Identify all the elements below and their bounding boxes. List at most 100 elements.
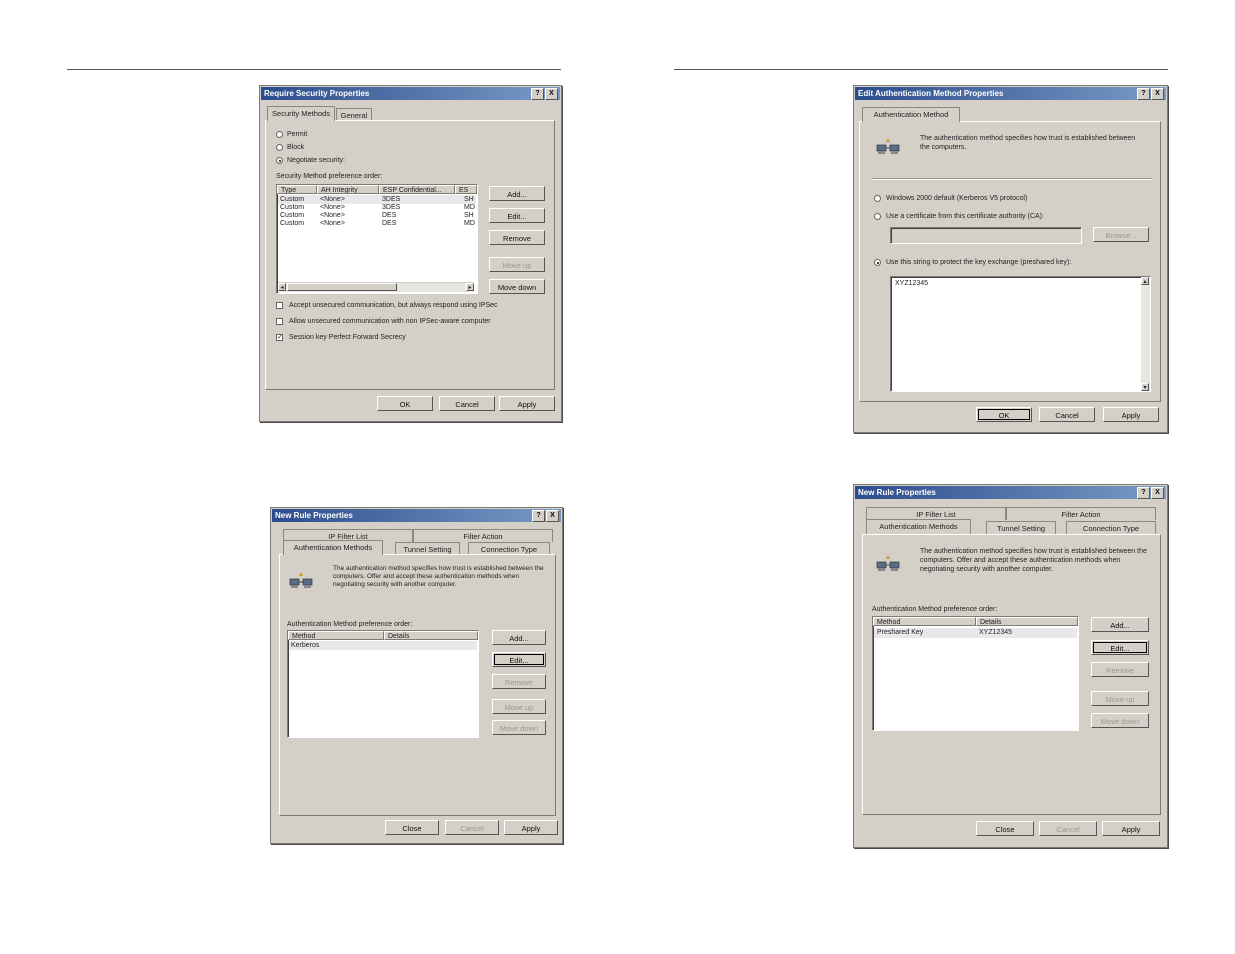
table-cell: DES: [382, 212, 397, 219]
horizontal-scrollbar[interactable]: ◂ ▸: [278, 282, 474, 292]
auth-method-list[interactable]: Method Details Preshared Key XYZ12345: [872, 616, 1079, 731]
close-button[interactable]: X: [1151, 487, 1164, 499]
table-cell: 3DES: [382, 196, 401, 203]
move-up-button[interactable]: Move up: [492, 699, 546, 714]
session-key-pfs-checkbox[interactable]: ✓: [276, 334, 283, 341]
table-cell: Preshared Key: [877, 629, 924, 636]
new-rule-properties-dialog-kerberos: New Rule Properties ? X IP Filter List F…: [270, 507, 563, 844]
apply-button[interactable]: Apply: [1102, 821, 1160, 836]
table-cell: Kerberos: [291, 642, 320, 649]
security-method-list-label: Security Method preference order:: [276, 173, 383, 180]
remove-button[interactable]: Remove: [1091, 662, 1149, 677]
accept-unsecured-label: Accept unsecured communication, but alwa…: [289, 302, 498, 309]
tab-tunnel-setting[interactable]: Tunnel Setting: [986, 521, 1056, 534]
close-button[interactable]: X: [545, 88, 558, 100]
add-button[interactable]: Add...: [489, 186, 545, 201]
tab-filter-action[interactable]: Filter Action: [413, 529, 553, 542]
column-header-method[interactable]: Method: [873, 617, 976, 626]
tab-filter-action[interactable]: Filter Action: [1006, 507, 1156, 520]
session-key-pfs-label: Session key Perfect Forward Secrecy: [289, 334, 406, 341]
column-header-ah-integrity[interactable]: AH Integrity: [317, 185, 379, 194]
cancel-button[interactable]: Cancel: [1039, 407, 1095, 422]
move-down-button[interactable]: Move down: [492, 720, 546, 735]
preshared-key-textarea[interactable]: XYZ12345 ▴ ▾: [890, 276, 1151, 392]
ok-button[interactable]: OK: [377, 396, 433, 411]
security-method-list[interactable]: Type AH Integrity ESP Confidential... ES…: [276, 184, 478, 294]
ok-button[interactable]: OK: [976, 407, 1032, 422]
dialog-title: Edit Authentication Method Properties: [858, 89, 1004, 98]
radio-preshared-key[interactable]: [874, 259, 881, 266]
apply-button[interactable]: Apply: [499, 396, 555, 411]
tab-authentication-methods[interactable]: Authentication Methods: [866, 519, 971, 534]
cancel-button[interactable]: Cancel: [439, 396, 495, 411]
dialog-title-bar[interactable]: New Rule Properties ? X: [272, 509, 561, 522]
edit-button[interactable]: Edit...: [489, 208, 545, 223]
scroll-left-icon[interactable]: ◂: [278, 283, 286, 291]
auth-method-list[interactable]: Method Details Kerberos: [287, 630, 479, 738]
header-rule-left: [67, 69, 561, 70]
column-header-details[interactable]: Details: [384, 631, 478, 640]
require-security-properties-dialog: Require Security Properties ? X Security…: [259, 85, 562, 422]
cancel-button[interactable]: Cancel: [1039, 821, 1097, 836]
close-button[interactable]: X: [546, 510, 559, 522]
allow-unsecured-label: Allow unsecured communication with non I…: [289, 318, 491, 325]
column-header-esp-confidential[interactable]: ESP Confidential...: [379, 185, 455, 194]
column-header-es[interactable]: ES: [455, 185, 477, 194]
tab-security-methods[interactable]: Security Methods: [267, 106, 335, 121]
add-button[interactable]: Add...: [1091, 617, 1149, 632]
table-row-selected[interactable]: [278, 195, 476, 204]
column-header-method[interactable]: Method: [288, 631, 384, 640]
edit-button[interactable]: Edit...: [492, 652, 546, 667]
column-header-type[interactable]: Type: [277, 185, 317, 194]
certificate-authority-field: [890, 227, 1082, 244]
close-button[interactable]: X: [1151, 88, 1164, 100]
browse-button[interactable]: Browse...: [1093, 227, 1149, 242]
remove-button[interactable]: Remove: [492, 674, 546, 689]
column-header-details[interactable]: Details: [976, 617, 1078, 626]
move-up-button[interactable]: Move up: [489, 257, 545, 272]
scroll-thumb[interactable]: [287, 283, 397, 291]
table-cell: <None>: [320, 220, 345, 227]
add-button[interactable]: Add...: [492, 630, 546, 645]
radio-certificate[interactable]: [874, 213, 881, 220]
tab-authentication-method[interactable]: Authentication Method: [862, 107, 960, 122]
scroll-down-icon[interactable]: ▾: [1141, 383, 1149, 391]
radio-kerberos[interactable]: [874, 195, 881, 202]
radio-permit[interactable]: [276, 131, 283, 138]
dialog-title-bar[interactable]: Edit Authentication Method Properties ? …: [855, 87, 1166, 100]
dialog-title-bar[interactable]: Require Security Properties ? X: [261, 87, 560, 100]
remove-button[interactable]: Remove: [489, 230, 545, 245]
apply-button[interactable]: Apply: [504, 820, 558, 835]
header-rule-right: [674, 69, 1168, 70]
table-cell: <None>: [320, 212, 345, 219]
radio-permit-label: Permit: [287, 131, 308, 138]
cancel-button[interactable]: Cancel: [445, 820, 499, 835]
radio-block-label: Block: [287, 144, 305, 151]
description-text: The authentication method specifies how …: [920, 548, 1147, 573]
description-text: The authentication method specifies how …: [333, 565, 544, 588]
help-button[interactable]: ?: [1137, 88, 1150, 100]
scroll-right-icon[interactable]: ▸: [466, 283, 474, 291]
radio-block[interactable]: [276, 144, 283, 151]
vertical-scrollbar[interactable]: ▴ ▾: [1141, 277, 1150, 391]
help-button[interactable]: ?: [1137, 487, 1150, 499]
close-dialog-button[interactable]: Close: [385, 820, 439, 835]
dialog-title-bar[interactable]: New Rule Properties ? X: [855, 486, 1166, 499]
move-down-button[interactable]: Move down: [1091, 713, 1149, 728]
scroll-up-icon[interactable]: ▴: [1141, 277, 1149, 285]
move-up-button[interactable]: Move up: [1091, 691, 1149, 706]
tab-connection-type[interactable]: Connection Type: [1066, 521, 1156, 534]
move-down-button[interactable]: Move down: [489, 279, 545, 294]
help-button[interactable]: ?: [531, 88, 544, 100]
radio-negotiate-security-label: Negotiate security:: [287, 157, 345, 164]
network-computers-icon: [289, 572, 313, 588]
allow-unsecured-checkbox[interactable]: [276, 318, 283, 325]
accept-unsecured-checkbox[interactable]: [276, 302, 283, 309]
edit-button[interactable]: Edit...: [1091, 640, 1149, 655]
help-button[interactable]: ?: [532, 510, 545, 522]
tab-authentication-methods[interactable]: Authentication Methods: [283, 540, 383, 555]
apply-button[interactable]: Apply: [1103, 407, 1159, 422]
close-dialog-button[interactable]: Close: [976, 821, 1034, 836]
table-cell: XYZ12345: [979, 629, 1013, 636]
radio-negotiate-security[interactable]: [276, 157, 283, 164]
